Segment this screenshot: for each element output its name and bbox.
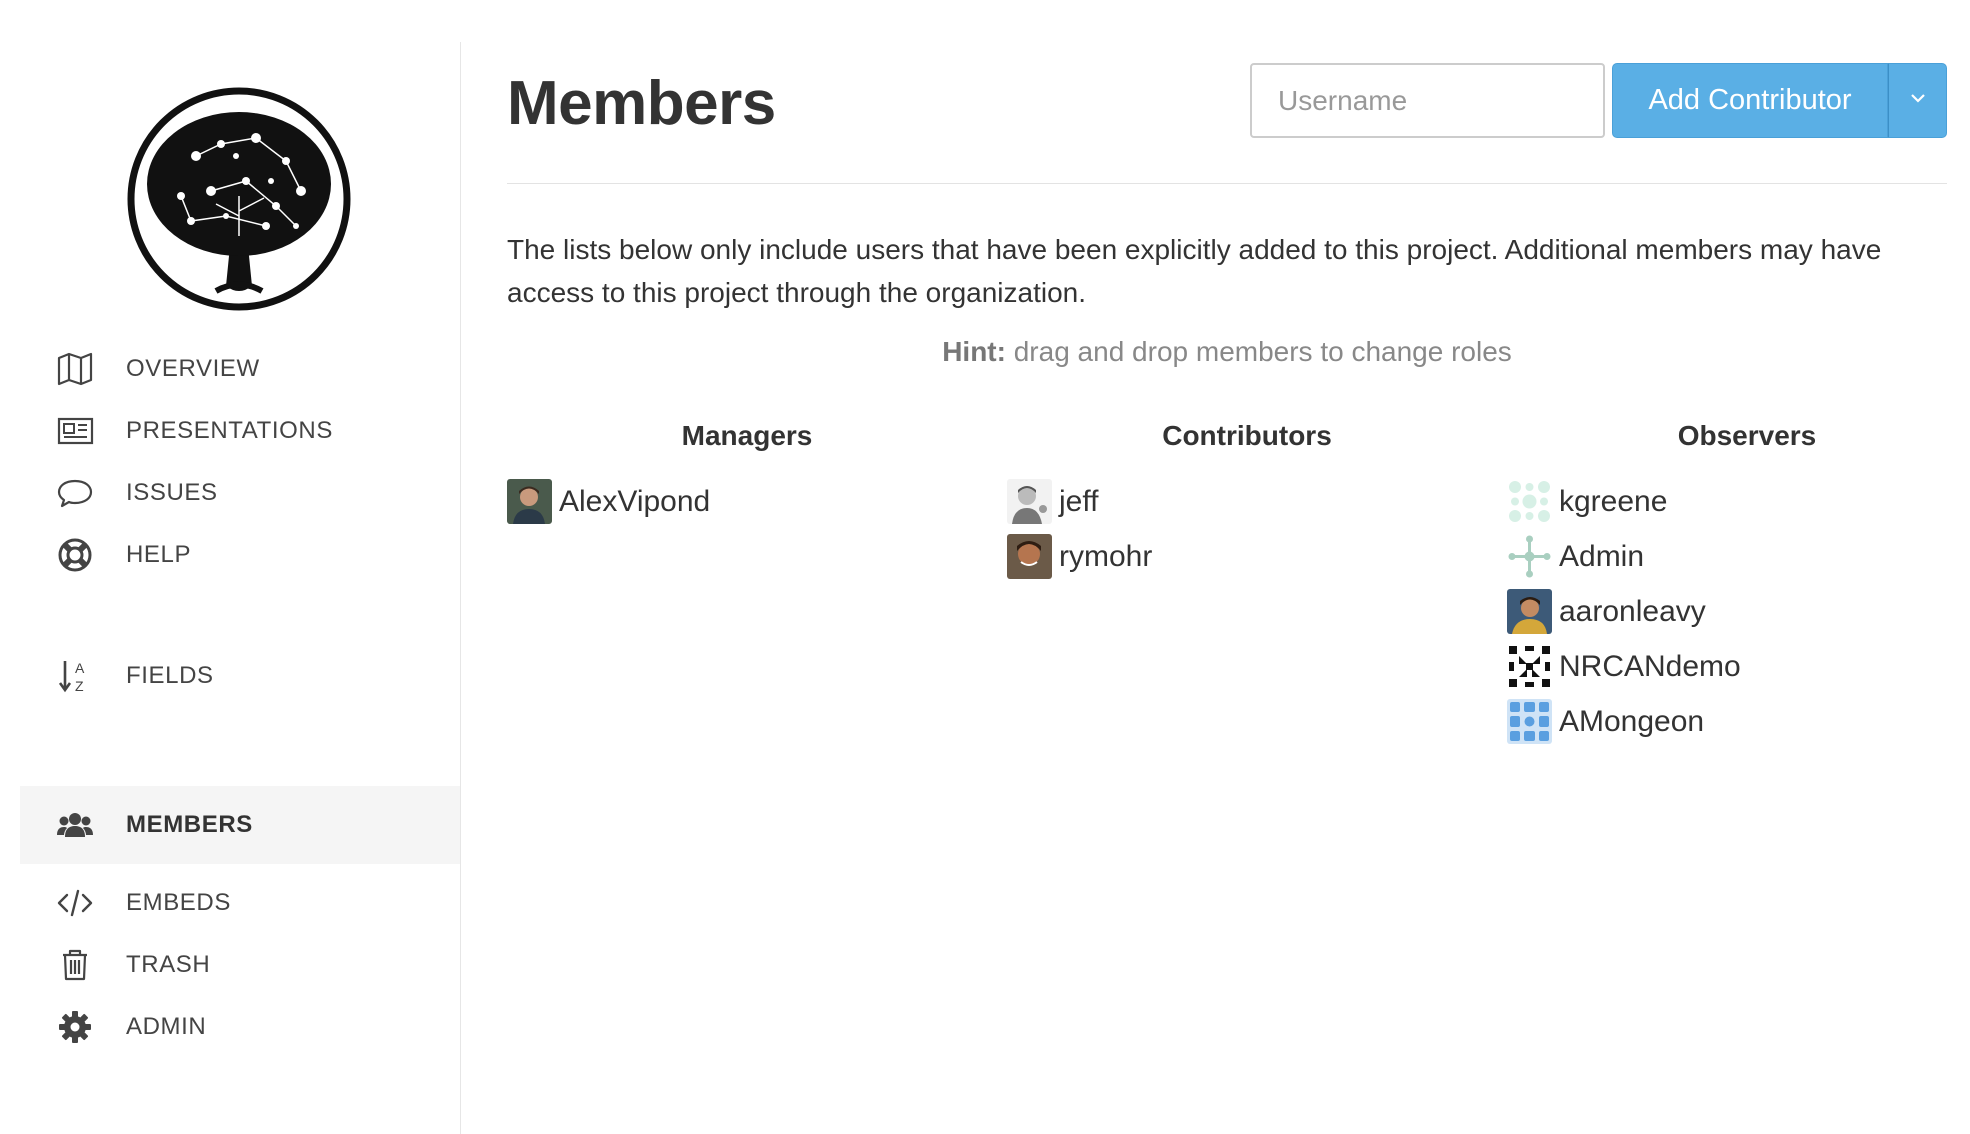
- avatar: [1507, 699, 1552, 744]
- observers-column: Observers kgreene Admin aaronleavy NRCAN…: [1507, 420, 1970, 749]
- member-item[interactable]: aaronleavy: [1507, 584, 1970, 639]
- sidebar-item-label: FIELDS: [126, 662, 214, 689]
- member-name: jeff: [1059, 484, 1099, 518]
- trash-icon: [54, 944, 96, 986]
- sidebar-item-label: TRASH: [126, 951, 211, 978]
- member-item[interactable]: jeff: [1007, 474, 1487, 529]
- member-item[interactable]: kgreene: [1507, 474, 1970, 529]
- sidebar-item-label: OVERVIEW: [126, 355, 260, 382]
- avatar: [507, 479, 552, 524]
- avatar: [1007, 479, 1052, 524]
- contributors-column: Contributors jeff rymohr: [1007, 420, 1487, 584]
- gear-icon: [54, 1006, 96, 1048]
- member-name: kgreene: [1559, 484, 1668, 518]
- avatar: [1507, 644, 1552, 689]
- page-title: Members: [507, 69, 776, 138]
- sidebar-item-label: HELP: [126, 541, 192, 568]
- sidebar-item-label: ISSUES: [126, 479, 218, 506]
- map-icon: [54, 348, 96, 390]
- life-ring-icon: [54, 534, 96, 576]
- add-contributor-button[interactable]: Add Contributor: [1612, 63, 1888, 138]
- contributors-heading: Contributors: [1162, 420, 1332, 451]
- member-item[interactable]: AlexVipond: [507, 474, 987, 529]
- member-item[interactable]: rymohr: [1007, 529, 1487, 584]
- members-description: The lists below only include users that …: [507, 234, 1882, 308]
- managers-heading: Managers: [681, 420, 813, 451]
- observers-heading: Observers: [1677, 420, 1817, 451]
- svg-text:A: A: [75, 660, 85, 676]
- hint-text: drag and drop members to change roles: [1005, 336, 1512, 367]
- username-input[interactable]: [1250, 63, 1605, 138]
- managers-column: Managers AlexVipond: [507, 420, 987, 529]
- sidebar-item-label: EMBEDS: [126, 889, 231, 916]
- member-name: AlexVipond: [559, 484, 711, 518]
- member-name: AMongeon: [1559, 704, 1705, 738]
- users-icon: [54, 804, 96, 846]
- header-divider: [507, 183, 1947, 184]
- newspaper-icon: [54, 410, 96, 452]
- member-item[interactable]: AMongeon: [1507, 694, 1970, 749]
- add-contributor-dropdown-toggle[interactable]: [1888, 63, 1947, 138]
- sidebar-item-help[interactable]: HELP: [20, 516, 460, 594]
- sidebar-item-label: MEMBERS: [126, 811, 253, 838]
- member-name: NRCANdemo: [1559, 649, 1741, 683]
- avatar: [1007, 534, 1052, 579]
- svg-text:Z: Z: [75, 678, 84, 694]
- code-icon: [54, 882, 96, 924]
- hint-label: Hint:: [942, 336, 1006, 367]
- member-item[interactable]: Admin: [1507, 529, 1970, 584]
- member-name: Admin: [1559, 539, 1645, 573]
- speech-bubble-icon: [54, 472, 96, 514]
- sidebar-item-admin[interactable]: ADMIN: [20, 988, 460, 1066]
- sidebar-item-fields[interactable]: AZ FIELDS: [20, 637, 460, 715]
- sort-alpha-icon: AZ: [54, 655, 96, 697]
- avatar: [1507, 589, 1552, 634]
- member-name: rymohr: [1059, 539, 1153, 573]
- avatar: [1507, 479, 1552, 524]
- sidebar-item-label: PRESENTATIONS: [126, 417, 333, 444]
- chevron-down-icon: [1908, 88, 1928, 113]
- drag-hint: Hint: drag and drop members to change ro…: [507, 336, 1947, 368]
- sidebar-item-label: ADMIN: [126, 1013, 207, 1040]
- member-item[interactable]: NRCANdemo: [1507, 639, 1970, 694]
- member-name: aaronleavy: [1559, 594, 1706, 628]
- sidebar-item-members[interactable]: MEMBERS: [20, 786, 460, 864]
- project-logo-tree-icon: [126, 86, 352, 312]
- avatar: [1507, 534, 1552, 579]
- sidebar: OVERVIEW PRESENTATIONS ISSUES HELP AZ FI…: [0, 42, 461, 1134]
